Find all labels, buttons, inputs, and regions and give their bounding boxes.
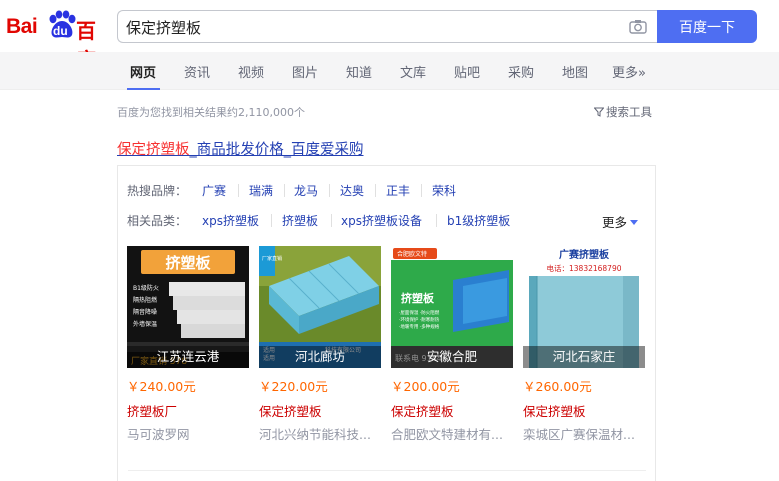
related-tag[interactable]: xps挤塑板设备 — [341, 212, 422, 229]
brand-tag[interactable]: 广赛 — [202, 182, 226, 199]
tab-purchase[interactable]: 采购 — [508, 62, 534, 81]
search-tools-label: 搜索工具 — [606, 105, 652, 119]
product-image-line: B1级防火 — [133, 284, 159, 292]
product-seller[interactable]: 合肥欧文特建材有... — [391, 424, 513, 443]
product-price: ￥200.00元 — [391, 379, 460, 394]
related-tag[interactable]: b1级挤塑板 — [447, 212, 510, 229]
search-tools-button[interactable]: 搜索工具 — [594, 104, 652, 120]
product-seller[interactable]: 栾城区广赛保温材... — [523, 424, 645, 443]
tab-zhidao[interactable]: 知道 — [346, 62, 372, 81]
logo-bai-text: Bai — [6, 15, 38, 38]
product-image-line: 外墙保温 — [133, 320, 157, 328]
product-image-badge: 厂家直销 — [262, 255, 282, 262]
tag-divider — [271, 214, 272, 227]
product-image-title: 广赛挤塑板 — [559, 248, 610, 261]
product-image[interactable]: 厂家直销 适用 适用 科技有限公司 河北廊坊 — [259, 246, 381, 368]
funnel-icon — [594, 107, 604, 117]
baidu-logo[interactable]: Bai du 百度 — [6, 10, 110, 72]
header: Bai du 百度 百度一下 — [0, 0, 779, 72]
brands-label: 热搜品牌： — [127, 184, 188, 198]
product-image-line: 隔热阻燃 — [133, 296, 157, 304]
tab-web[interactable]: 网页 — [130, 62, 156, 81]
brand-tag[interactable]: 达奥 — [340, 182, 364, 199]
product-image-phone: 电话：13832168790 — [547, 263, 622, 273]
product-city: 河北石家庄 — [523, 346, 645, 368]
product-image-badge: 合肥欧文特 — [397, 250, 427, 258]
product-city: 江苏连云港 — [127, 346, 249, 368]
tab-map[interactable]: 地图 — [562, 62, 588, 81]
result-count: 百度为您找到相关结果约2,110,000个 — [117, 106, 305, 119]
tab-video[interactable]: 视频 — [238, 62, 264, 81]
product-image-title: 挤塑板 — [401, 291, 435, 305]
related-tag[interactable]: 挤塑板 — [282, 212, 318, 229]
result-title-rest: _商品批发价格_百度爱采购 — [189, 142, 364, 158]
tag-divider — [421, 184, 422, 197]
tag-divider — [284, 184, 285, 197]
caret-down-icon — [630, 220, 639, 225]
product-price: ￥260.00元 — [523, 379, 592, 394]
product-name[interactable]: 保定挤塑板 — [523, 401, 586, 420]
more-label: 更多 — [602, 215, 628, 230]
tag-divider — [331, 214, 332, 227]
product-name[interactable]: 挤塑板厂 — [127, 401, 177, 420]
tab-tieba[interactable]: 贴吧 — [454, 62, 480, 81]
tab-images[interactable]: 图片 — [292, 62, 318, 81]
tab-more[interactable]: 更多» — [612, 62, 646, 81]
search-input[interactable] — [126, 17, 606, 37]
brand-tag[interactable]: 龙马 — [294, 182, 318, 199]
product-seller[interactable]: 马可波罗网 — [127, 424, 249, 443]
product-city: 安徽合肥 — [391, 346, 513, 368]
tab-news[interactable]: 资讯 — [184, 62, 210, 81]
result-title-link[interactable]: 保定挤塑板_商品批发价格_百度爱采购 — [117, 138, 364, 159]
active-tab-underline — [127, 88, 160, 90]
result-title-highlight: 保定挤塑板 — [117, 142, 190, 158]
tag-divider — [436, 214, 437, 227]
card-divider — [128, 470, 646, 471]
product-name[interactable]: 保定挤塑板 — [259, 401, 322, 420]
camera-icon[interactable] — [629, 19, 647, 34]
tag-divider — [375, 184, 376, 197]
product-image-line: ·地暖专用 ·多种规格 — [399, 323, 440, 330]
product-image[interactable]: 合肥欧文特 挤塑板 ·屋面保温 ·防火阻燃 ·环境保护 ·耐寒耐热 ·地暖专用 … — [391, 246, 513, 368]
tag-divider — [329, 184, 330, 197]
product-image-line: ·环境保护 ·耐寒耐热 — [399, 316, 440, 323]
product-seller[interactable]: 河北兴纳节能科技... — [259, 424, 381, 443]
more-categories-button[interactable]: 更多 — [602, 212, 639, 231]
brand-tag[interactable]: 荣科 — [432, 182, 456, 199]
nav-tabs: 网页 资讯 视频 图片 知道 文库 贴吧 采购 地图 更多» — [0, 52, 779, 90]
product-image-title: 挤塑板 — [165, 254, 211, 272]
search-box — [117, 10, 657, 43]
purchase-card: 热搜品牌： 广赛 瑞满 龙马 达奥 正丰 荣科 相关品类： xps挤塑板 挤塑板… — [117, 165, 656, 481]
product-price: ￥240.00元 — [127, 379, 196, 394]
tab-wenku[interactable]: 文库 — [400, 62, 426, 81]
search-button[interactable]: 百度一下 — [657, 10, 757, 43]
brand-tag[interactable]: 正丰 — [386, 182, 410, 199]
product-image-line: 隔音降噪 — [133, 308, 157, 316]
tag-divider — [238, 184, 239, 197]
logo-du-text: du — [53, 24, 68, 38]
product-image[interactable]: 广赛挤塑板 电话：13832168790 河北石家庄 — [523, 246, 645, 368]
product-image[interactable]: 挤塑板 B1级防火 隔热阻燃 隔音降噪 外墙保温 厂家直销 578 江苏连云港 — [127, 246, 249, 368]
brand-tag[interactable]: 瑞满 — [249, 182, 273, 199]
product-city: 河北廊坊 — [259, 346, 381, 368]
product-image-line: ·屋面保温 ·防火阻燃 — [399, 309, 440, 316]
product-name[interactable]: 保定挤塑板 — [391, 401, 454, 420]
related-tag[interactable]: xps挤塑板 — [202, 212, 259, 229]
related-label: 相关品类： — [127, 214, 188, 228]
product-price: ￥220.00元 — [259, 379, 328, 394]
